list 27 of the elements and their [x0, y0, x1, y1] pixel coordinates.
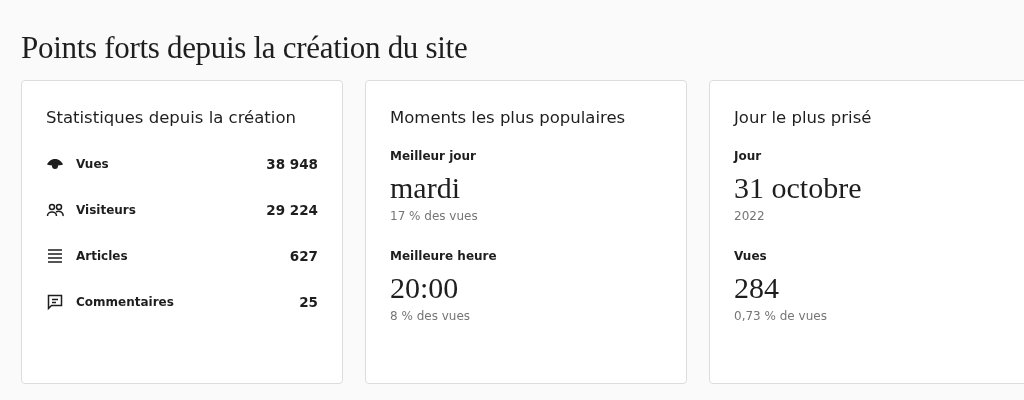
metric-label: Meilleur jour [390, 149, 476, 163]
card-title: Statistiques depuis la création [46, 108, 296, 127]
stat-label: Vues [76, 157, 110, 171]
card-title: Moments les plus populaires [390, 108, 626, 127]
stat-label: Visiteurs [76, 203, 137, 217]
lines-icon [46, 247, 64, 265]
metric-note: 0,73 % de vues [734, 309, 827, 323]
comment-icon [46, 293, 64, 311]
metric-note: 17 % des vues [390, 209, 478, 223]
metric-value: 20:00 [390, 271, 459, 304]
page-heading: Points forts depuis la création du site [21, 30, 468, 66]
metric-note: 2022 [734, 209, 765, 223]
metric-label: Meilleure heure [390, 249, 497, 263]
card-title: Jour le plus prisé [734, 108, 872, 127]
metric-label: Vues [734, 249, 767, 263]
metric-value: mardi [390, 171, 460, 204]
metric-note: 8 % des vues [390, 309, 471, 323]
metric-label: Jour [734, 149, 762, 163]
stat-label: Commentaires [76, 295, 175, 309]
stat-value: 38 948 [266, 156, 318, 172]
stat-value: 627 [289, 248, 318, 264]
stat-label: Articles [76, 249, 129, 263]
metric-value: 31 octobre [734, 171, 862, 204]
stat-value: 25 [299, 294, 318, 310]
metric-value: 284 [734, 271, 779, 304]
people-icon [46, 201, 64, 219]
stat-value: 29 224 [266, 202, 318, 218]
